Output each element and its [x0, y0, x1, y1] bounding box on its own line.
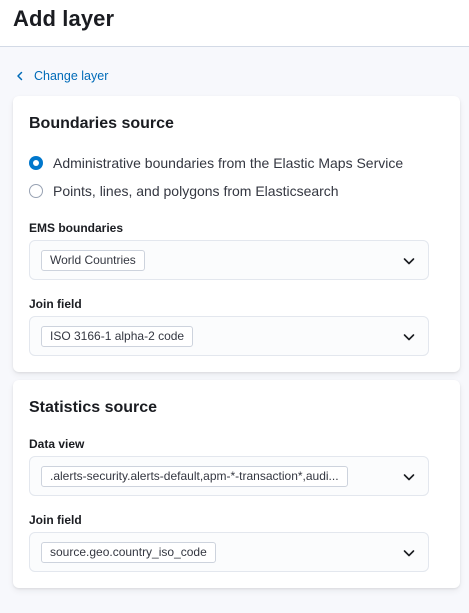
- join-field-label: Join field: [29, 297, 82, 311]
- data-view-value: .alerts-security.alerts-default,apm-*-tr…: [41, 466, 348, 487]
- radio-ems-label: Administrative boundaries from the Elast…: [53, 155, 404, 171]
- change-layer-label: Change layer: [34, 69, 109, 83]
- radio-checked-icon[interactable]: [29, 156, 43, 170]
- chevron-down-icon[interactable]: [402, 254, 416, 268]
- radio-elasticsearch-source[interactable]: Points, lines, and polygons from Elastic…: [29, 183, 339, 199]
- data-view-select[interactable]: .alerts-security.alerts-default,apm-*-tr…: [29, 456, 429, 496]
- data-view-label: Data view: [29, 437, 85, 451]
- statistics-join-field-label: Join field: [29, 513, 82, 527]
- change-layer-link[interactable]: Change layer: [14, 68, 108, 84]
- ems-boundaries-label: EMS boundaries: [29, 221, 124, 235]
- radio-ems-boundaries[interactable]: Administrative boundaries from the Elast…: [29, 155, 403, 171]
- boundaries-join-field-select[interactable]: ISO 3166-1 alpha-2 code: [29, 316, 429, 356]
- ems-boundaries-select[interactable]: World Countries: [29, 240, 429, 280]
- flyout-header: Add layer: [0, 0, 469, 47]
- statistics-source-panel: Statistics source Data view .alerts-secu…: [13, 380, 460, 588]
- radio-elasticsearch-label: Points, lines, and polygons from Elastic…: [53, 183, 339, 199]
- boundaries-source-panel: Boundaries source Administrative boundar…: [13, 96, 460, 372]
- radio-unchecked-icon[interactable]: [29, 184, 43, 198]
- statistics-source-title: Statistics source: [29, 399, 158, 416]
- statistics-join-field-select[interactable]: source.geo.country_iso_code: [29, 532, 429, 572]
- boundaries-join-field-value: ISO 3166-1 alpha-2 code: [41, 326, 194, 347]
- boundaries-source-title: Boundaries source: [29, 115, 174, 132]
- chevron-down-icon[interactable]: [402, 546, 416, 560]
- chevron-down-icon[interactable]: [402, 330, 416, 344]
- ems-boundaries-value: World Countries: [41, 250, 145, 271]
- statistics-join-field-value: source.geo.country_iso_code: [41, 542, 216, 563]
- chevron-down-icon[interactable]: [402, 470, 416, 484]
- page-title: Add layer: [13, 6, 115, 31]
- chevron-left-icon: [17, 71, 23, 81]
